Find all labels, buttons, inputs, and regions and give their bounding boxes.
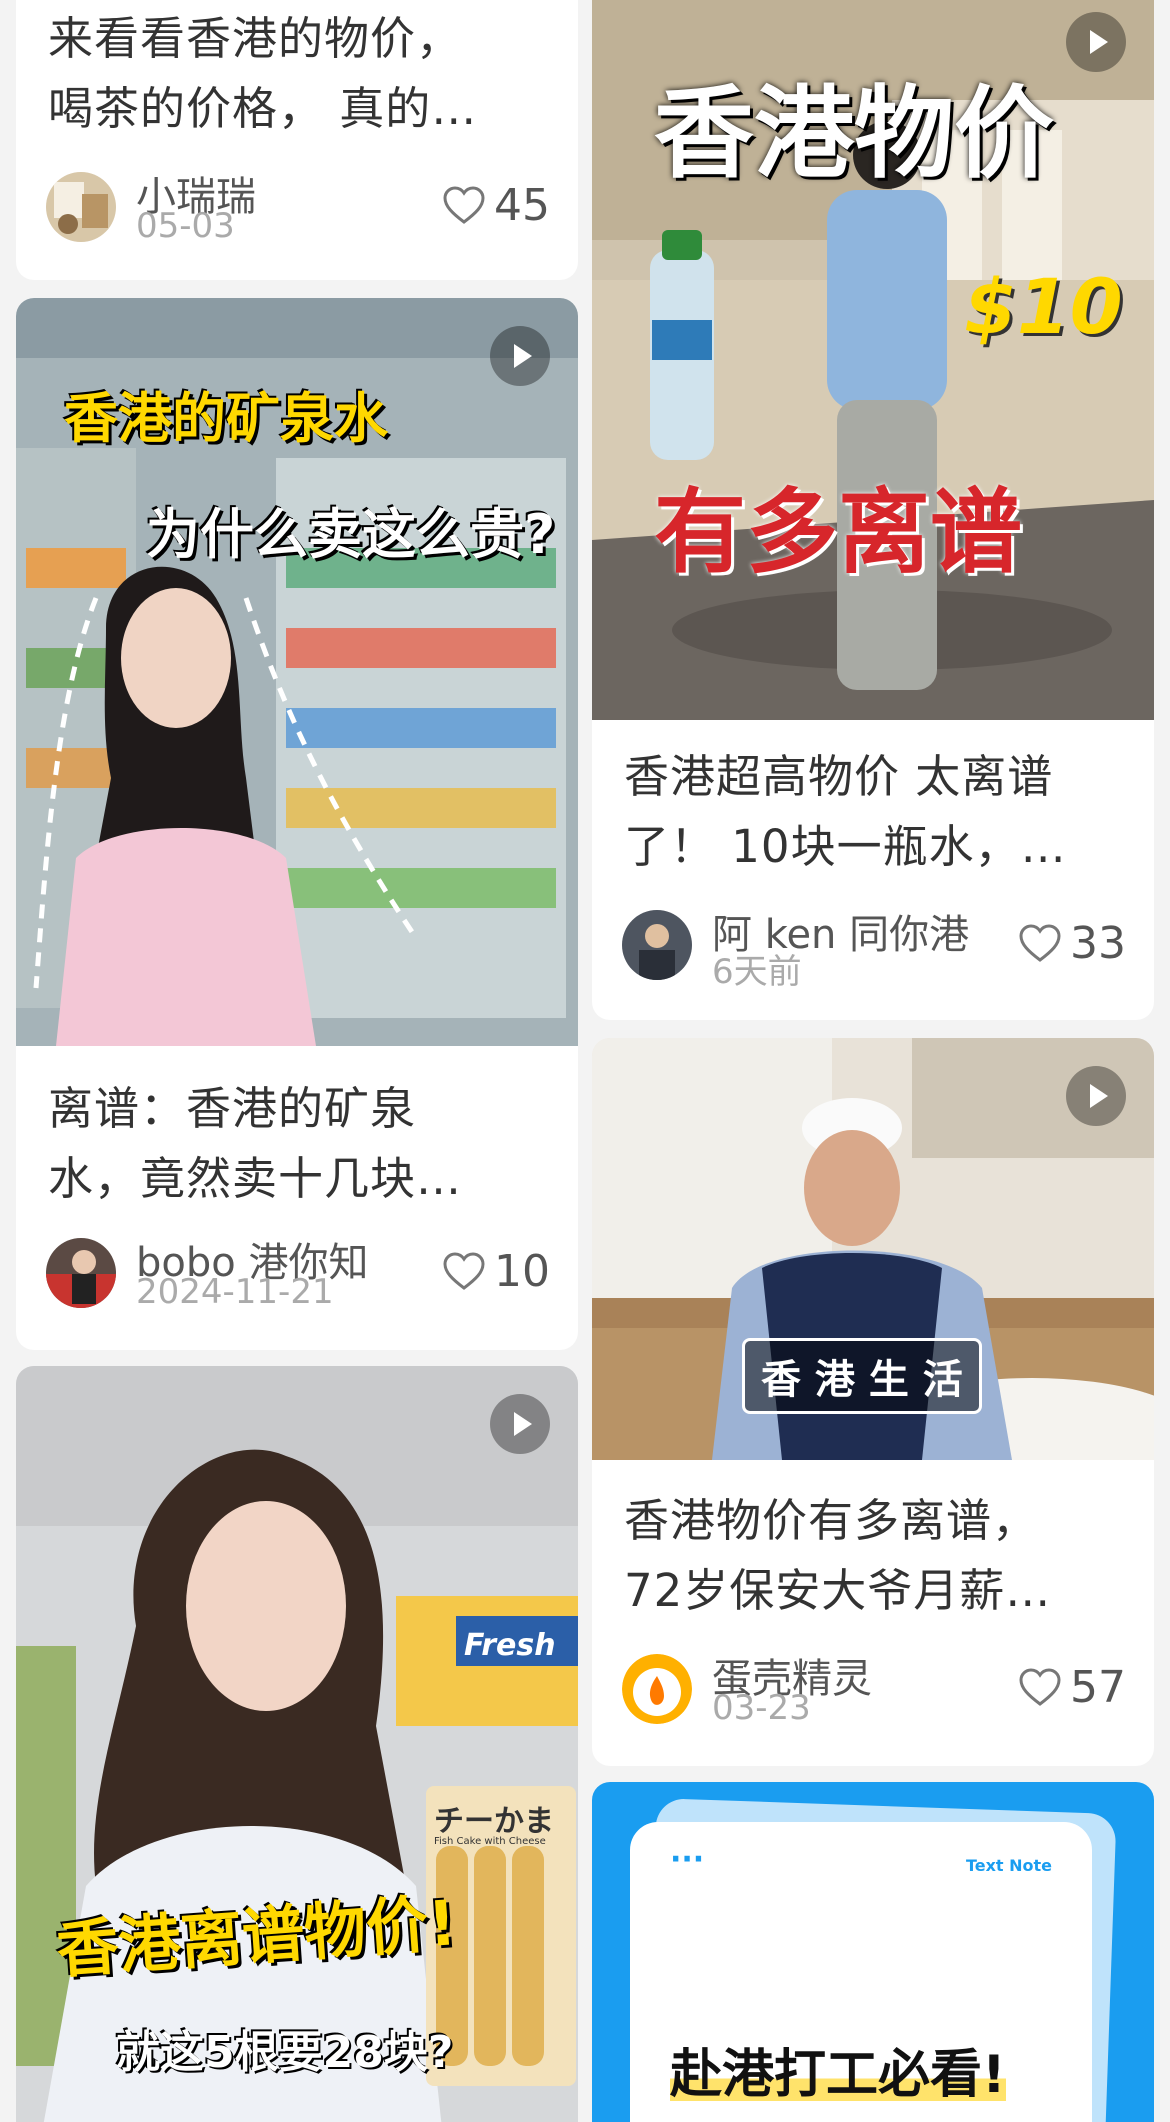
- thumbnail-subheadline: 就这5根要28块?: [116, 2027, 454, 2078]
- note-paper: ··· Text Note 赴港打工必看!: [630, 1822, 1092, 2122]
- post-date: 05-03: [136, 206, 235, 246]
- note-card[interactable]: Fresh チーかま Fish Cake with Cheese 香港离谱物价!…: [16, 1366, 578, 2122]
- play-icon: [1066, 1066, 1126, 1126]
- note-title: 香港超高物价 太离谱 了！ 10块一瓶水，…: [624, 750, 1067, 873]
- thumbnail-caption: 香 港 生 活: [742, 1338, 982, 1414]
- thumbnail-headline: 香港物价: [654, 75, 1054, 192]
- post-date: 2024-11-21: [136, 1272, 334, 1312]
- note-card[interactable]: 来看看香港的物价， 喝茶的价格， 真的… 小瑞瑞 05-03 45: [16, 0, 578, 280]
- avatar[interactable]: [46, 172, 116, 242]
- heart-outline-icon: [443, 186, 485, 224]
- thumbnail-subheadline: 有多离谱: [654, 479, 1023, 586]
- avatar[interactable]: [622, 910, 692, 980]
- more-icon: ···: [670, 1842, 705, 1877]
- video-thumbnail[interactable]: 香港的矿泉水 为什么卖这么贵?: [16, 298, 578, 1046]
- like-count: 45: [494, 179, 550, 231]
- note-title: 香港物价有多离谱， 72岁保安大爷月薪…: [624, 1494, 1052, 1617]
- note-card[interactable]: 香港物价 $10 有多离谱 香港超高物价 太离谱 了！ 10块一瓶水，… 阿 k…: [592, 0, 1154, 1020]
- like-button[interactable]: 45: [442, 179, 550, 231]
- avatar[interactable]: [46, 1238, 116, 1308]
- play-icon: [490, 326, 550, 386]
- avatar[interactable]: [622, 1654, 692, 1724]
- author-row: 蛋壳精灵 03-23 57: [622, 1650, 1126, 1728]
- author-row: 阿 ken 同你港 6天前 33: [622, 906, 1126, 992]
- heart-outline-icon: [443, 1252, 485, 1290]
- like-count: 10: [494, 1245, 550, 1297]
- thumbnail-headline: 香港的矿泉水: [64, 387, 388, 450]
- note-tag: Text Note: [965, 1856, 1052, 1875]
- author-row: bobo 港你知 2024-11-21 10: [46, 1234, 550, 1312]
- note-title: 离谱：香港的矿泉 水，竟然卖十几块…: [48, 1082, 463, 1205]
- play-icon: [1066, 12, 1126, 72]
- like-button[interactable]: 10: [442, 1245, 550, 1297]
- thumbnail-price: $10: [964, 262, 1123, 351]
- video-thumbnail[interactable]: Fresh チーかま Fish Cake with Cheese 香港离谱物价!…: [16, 1366, 578, 2122]
- like-button[interactable]: 33: [1018, 917, 1126, 969]
- like-button[interactable]: 57: [1018, 1661, 1126, 1713]
- like-count: 33: [1070, 917, 1126, 969]
- video-thumbnail[interactable]: 香港物价 $10 有多离谱: [592, 0, 1154, 720]
- like-count: 57: [1070, 1661, 1126, 1713]
- heart-outline-icon: [1019, 924, 1061, 962]
- note-card[interactable]: ··· Text Note 赴港打工必看!: [592, 1782, 1154, 2122]
- heart-outline-icon: [1019, 1668, 1061, 1706]
- note-card[interactable]: 香港的矿泉水 为什么卖这么贵? 离谱：香港的矿泉 水，竟然卖十几块… bobo …: [16, 298, 578, 1350]
- package-label: チーかま: [434, 1804, 554, 1839]
- note-headline: 赴港打工必看!: [670, 2032, 1006, 2107]
- store-sign: Fresh: [464, 1628, 556, 1663]
- play-icon: [490, 1394, 550, 1454]
- post-date: 03-23: [712, 1688, 811, 1728]
- note-card[interactable]: 香 港 生 活 香港物价有多离谱， 72岁保安大爷月薪… 蛋壳精灵 03-23 …: [592, 1038, 1154, 1766]
- text-note-thumbnail[interactable]: ··· Text Note 赴港打工必看!: [592, 1782, 1154, 2122]
- package-subtitle: Fish Cake with Cheese: [434, 1836, 546, 1847]
- video-thumbnail[interactable]: 香 港 生 活: [592, 1038, 1154, 1460]
- post-date: 6天前: [712, 952, 802, 992]
- author-row: 小瑞瑞 05-03 45: [46, 168, 550, 246]
- note-title: 来看看香港的物价， 喝茶的价格， 真的…: [48, 12, 478, 135]
- thumbnail-subheadline: 为什么卖这么贵?: [146, 503, 556, 566]
